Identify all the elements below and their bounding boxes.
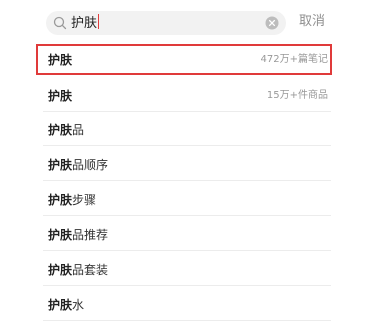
suggestion-title: 护肤品	[48, 122, 84, 138]
suggestion-keyword: 护肤	[48, 298, 73, 312]
suggestion-count: 472万+篇笔记	[260, 54, 328, 65]
search-query: 护肤	[71, 16, 98, 31]
suggestion-title: 护肤步骤	[48, 192, 96, 208]
suggestion-row[interactable]: 护肤 472万+篇笔记	[36, 44, 332, 75]
suggestion-keyword: 护肤	[48, 158, 73, 172]
suggestion-suffix: 品套装	[72, 263, 109, 277]
suggestion-row[interactable]: 护肤品推荐	[43, 219, 331, 251]
suggestion-title: 护肤	[48, 88, 72, 104]
suggestion-keyword: 护肤	[48, 263, 73, 277]
suggestion-suffix: 步骤	[72, 193, 97, 207]
suggestion-row[interactable]: 护肤品顺序	[43, 149, 331, 181]
suggestion-suffix: 水	[72, 298, 85, 312]
clear-icon[interactable]	[265, 16, 279, 30]
suggestion-keyword: 护肤	[48, 193, 73, 207]
suggestion-keyword: 护肤	[48, 228, 73, 242]
search-bar[interactable]: 护肤	[46, 11, 286, 35]
suggestion-title: 护肤品顺序	[48, 157, 108, 173]
suggestion-count: 15万+件商品	[266, 90, 328, 101]
suggestion-row[interactable]: 护肤 15万+件商品	[43, 80, 331, 112]
suggestion-suffix: 品推荐	[72, 228, 109, 242]
text-caret	[98, 14, 100, 29]
suggestion-suffix: 品顺序	[72, 158, 109, 172]
suggestion-row[interactable]: 护肤品	[43, 114, 331, 146]
search-input[interactable]: 护肤	[71, 14, 100, 33]
suggestion-suffix: 品	[72, 123, 85, 137]
suggestion-row[interactable]: 护肤水	[43, 289, 331, 321]
search-icon	[53, 16, 67, 30]
suggestion-title: 护肤品套装	[48, 262, 108, 278]
suggestion-row[interactable]: 护肤步骤	[43, 184, 331, 216]
suggestion-row[interactable]: 护肤品套装	[43, 254, 331, 286]
cancel-button[interactable]: 取消	[299, 13, 325, 31]
suggestion-keyword: 护肤	[48, 123, 73, 137]
suggestion-keyword: 护肤	[48, 89, 73, 103]
suggestion-title: 护肤	[48, 52, 72, 68]
suggestion-title: 护肤品推荐	[48, 227, 108, 243]
suggestion-title: 护肤水	[48, 297, 84, 313]
suggestion-keyword: 护肤	[48, 53, 73, 67]
